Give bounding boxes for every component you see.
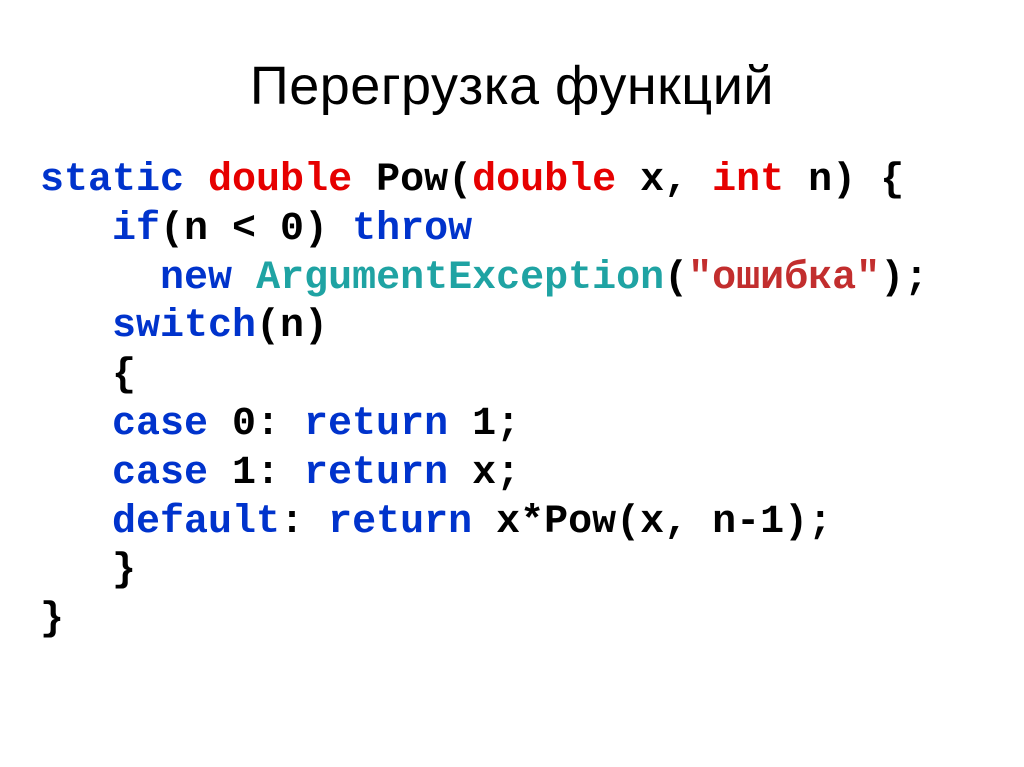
type-double: double bbox=[472, 158, 616, 203]
paren: ); bbox=[880, 256, 928, 301]
code-text: x; bbox=[448, 451, 520, 496]
keyword-case: case bbox=[112, 402, 208, 447]
code-text: x*Pow(x, n-1); bbox=[472, 500, 832, 545]
code-line-3: new ArgumentException("ошибка"); bbox=[40, 256, 928, 301]
brace: } bbox=[112, 548, 136, 593]
indent bbox=[40, 353, 112, 398]
code-text: 0: bbox=[208, 402, 304, 447]
space bbox=[352, 158, 376, 203]
brace: { bbox=[112, 353, 136, 398]
code-line-9: } bbox=[40, 548, 136, 593]
space bbox=[328, 207, 352, 252]
indent bbox=[40, 256, 160, 301]
keyword-return: return bbox=[328, 500, 472, 545]
indent bbox=[40, 402, 112, 447]
keyword-case: case bbox=[112, 451, 208, 496]
keyword-if: if bbox=[112, 207, 160, 252]
slide-title: Перегрузка функций bbox=[0, 55, 1024, 117]
code-text: n) { bbox=[784, 158, 904, 203]
code-text: x, bbox=[616, 158, 712, 203]
indent bbox=[40, 304, 112, 349]
code-line-6: case 0: return 1; bbox=[40, 402, 520, 447]
keyword-switch: switch bbox=[112, 304, 256, 349]
code-line-8: default: return x*Pow(x, n-1); bbox=[40, 500, 832, 545]
string-literal: "ошибка" bbox=[688, 256, 880, 301]
indent bbox=[40, 207, 112, 252]
keyword-throw: throw bbox=[352, 207, 472, 252]
indent bbox=[40, 500, 112, 545]
space bbox=[184, 158, 208, 203]
code-text: (n < 0) bbox=[160, 207, 328, 252]
class-argument-exception: ArgumentException bbox=[256, 256, 664, 301]
type-int: int bbox=[712, 158, 784, 203]
space bbox=[232, 256, 256, 301]
code-text: 1: bbox=[208, 451, 304, 496]
code-text: : bbox=[280, 500, 328, 545]
function-name: Pow( bbox=[376, 158, 472, 203]
code-line-5: { bbox=[40, 353, 136, 398]
brace: } bbox=[40, 597, 64, 642]
indent bbox=[40, 451, 112, 496]
keyword-new: new bbox=[160, 256, 232, 301]
code-line-1: static double Pow(double x, int n) { bbox=[40, 158, 904, 203]
code-line-7: case 1: return x; bbox=[40, 451, 520, 496]
code-line-2: if(n < 0) throw bbox=[40, 207, 472, 252]
indent bbox=[40, 548, 112, 593]
keyword-static: static bbox=[40, 158, 184, 203]
keyword-return: return bbox=[304, 402, 448, 447]
keyword-default: default bbox=[112, 500, 280, 545]
code-line-4: switch(n) bbox=[40, 304, 328, 349]
code-text: (n) bbox=[256, 304, 328, 349]
code-block: static double Pow(double x, int n) { if(… bbox=[40, 157, 1024, 645]
code-text: 1; bbox=[448, 402, 520, 447]
type-double: double bbox=[208, 158, 352, 203]
code-line-10: } bbox=[40, 597, 64, 642]
paren: ( bbox=[664, 256, 688, 301]
keyword-return: return bbox=[304, 451, 448, 496]
slide: Перегрузка функций static double Pow(dou… bbox=[0, 0, 1024, 767]
